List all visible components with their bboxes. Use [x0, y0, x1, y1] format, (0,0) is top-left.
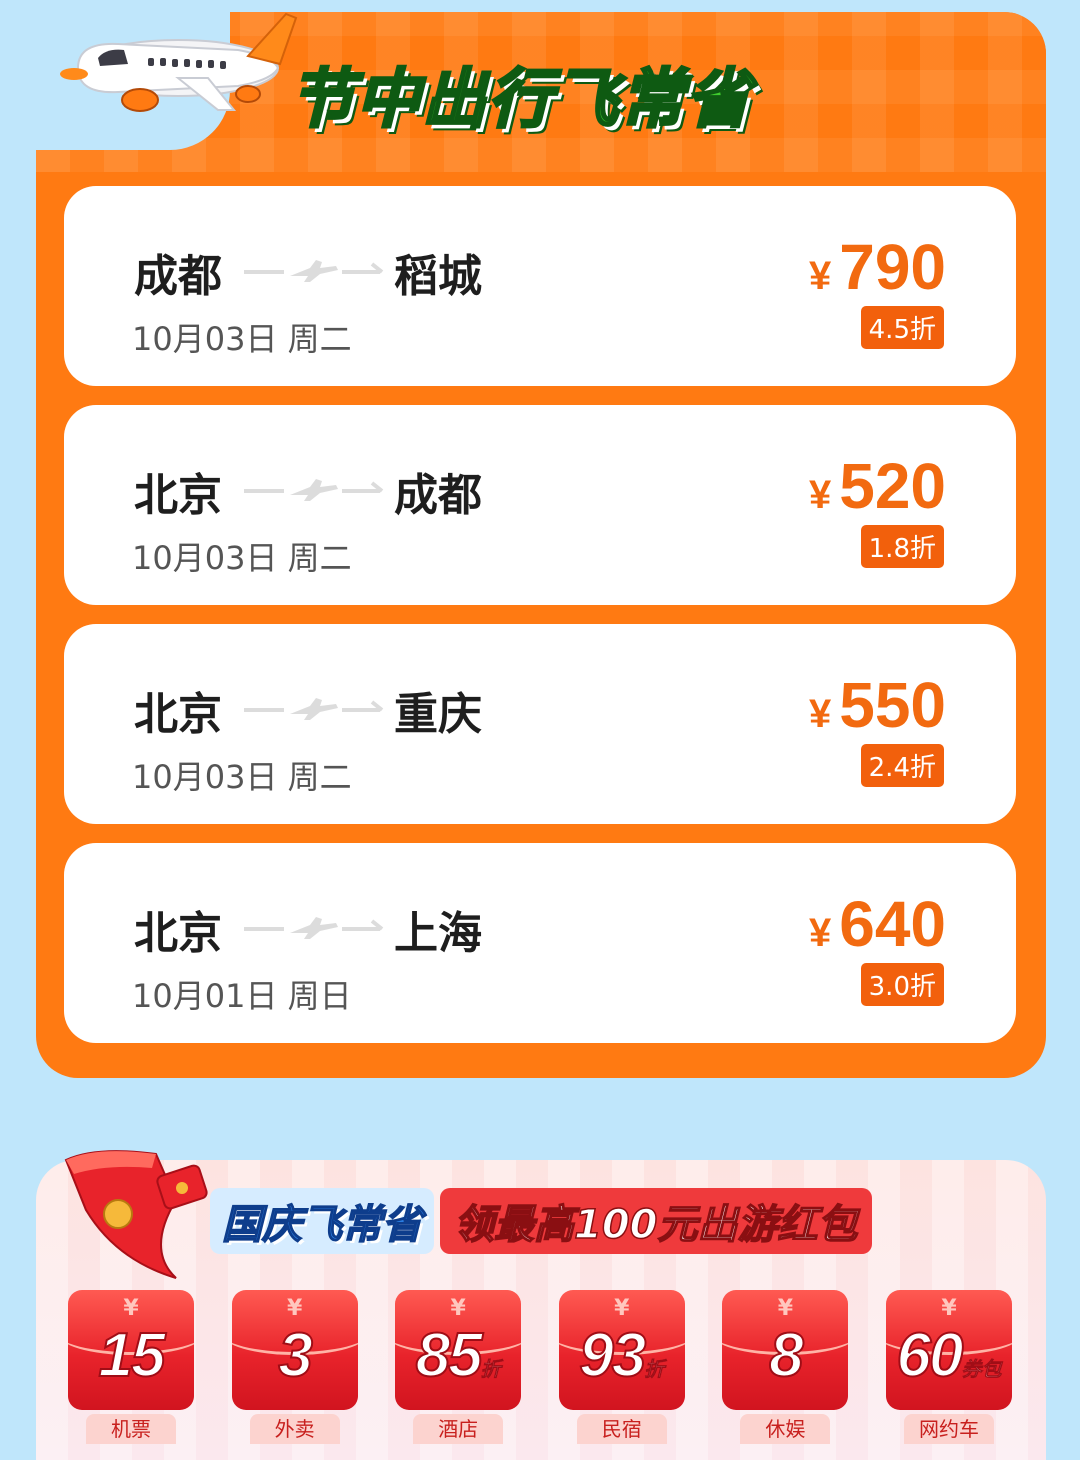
flight-card[interactable]: 北京 上海 10月01日 周日 ¥ 640 3.0折	[64, 843, 1016, 1043]
discount-badge: 3.0折	[860, 963, 944, 1006]
flight-date: 10月01日 周日	[132, 977, 352, 1015]
red-packet-value: 3	[232, 1320, 358, 1391]
discount-badge: 1.8折	[860, 525, 944, 568]
value-suffix: 折	[480, 1359, 501, 1382]
flight-card[interactable]: 北京 重庆 10月03日 周二 ¥ 550 2.4折	[64, 624, 1016, 824]
origin-city: 成都	[134, 251, 222, 302]
red-packet-body: ¥ 3	[231, 1290, 358, 1410]
value-number: 60	[895, 1320, 964, 1391]
red-packet-body: ¥ 60券包	[885, 1290, 1012, 1410]
flight-arrow-icon	[244, 479, 384, 501]
red-packet-list: ¥ 15 机票 ¥ 3 外卖 ¥ 85折 酒店 ¥ 93折 民宿 ¥ 8 休娱 …	[68, 1290, 1012, 1444]
currency-symbol: ¥	[808, 692, 832, 736]
price-value: 790	[839, 231, 946, 303]
red-packet-leisure[interactable]: ¥ 8 休娱	[722, 1290, 849, 1444]
red-packet-value: 85折	[395, 1320, 521, 1391]
value-suffix: 折	[644, 1359, 665, 1382]
red-packet-ride-hailing[interactable]: ¥ 60券包 网约车	[885, 1290, 1012, 1444]
currency-symbol: ¥	[808, 473, 832, 517]
red-packet-body: ¥ 15	[68, 1290, 194, 1410]
currency-symbol: ¥	[123, 1296, 139, 1321]
red-packet-value: 8	[722, 1320, 848, 1391]
red-packet-ticket[interactable]: ¥ 15 机票	[68, 1290, 194, 1444]
promo-title-main: 国庆飞常省	[210, 1188, 434, 1254]
value-number: 15	[98, 1320, 167, 1391]
airplane-icon	[60, 12, 298, 112]
flight-date: 10月03日 周二	[132, 539, 352, 577]
route: 北京 上海	[134, 901, 494, 959]
value-suffix: 券包	[961, 1359, 1002, 1382]
price-value: 550	[839, 669, 946, 741]
panel-title: 节中出行飞常省	[289, 62, 752, 139]
currency-symbol: ¥	[450, 1296, 466, 1321]
flight-arrow-icon	[244, 698, 384, 720]
origin-city: 北京	[134, 689, 222, 740]
destination-city: 重庆	[394, 689, 482, 740]
flight-deals-panel: 节中出行飞常省 成都 稻城 10月03日 周二 ¥ 790 4.5折 北京 成都…	[0, 0, 1046, 1078]
value-number: 8	[768, 1320, 805, 1391]
red-packet-takeout[interactable]: ¥ 3 外卖	[231, 1290, 358, 1444]
red-envelope-icon	[64, 1150, 208, 1279]
red-packet-body: ¥ 85折	[395, 1290, 522, 1410]
value-number: 3	[277, 1320, 314, 1391]
promo-title-sub: 领最高100元出游红包	[440, 1188, 872, 1254]
flight-card[interactable]: 成都 稻城 10月03日 周二 ¥ 790 4.5折	[64, 186, 1016, 386]
value-number: 85	[415, 1320, 484, 1391]
flight-date: 10月03日 周二	[132, 758, 352, 796]
red-packet-body: ¥ 8	[722, 1290, 849, 1410]
route: 成都 稻城	[134, 244, 494, 302]
price: ¥ 550	[809, 668, 946, 742]
destination-city: 稻城	[394, 251, 482, 302]
price: ¥ 520	[809, 449, 946, 523]
red-packet-value: 93折	[559, 1320, 685, 1391]
currency-symbol: ¥	[286, 1296, 303, 1321]
promo-title: 国庆飞常省 领最高100元出游红包	[210, 1188, 872, 1254]
flight-arrow-icon	[244, 260, 384, 282]
red-packet-value: 15	[68, 1320, 194, 1391]
origin-city: 北京	[134, 908, 222, 959]
destination-city: 成都	[394, 470, 482, 521]
price: ¥ 790	[809, 230, 946, 304]
destination-city: 上海	[394, 908, 482, 959]
price: ¥ 640	[809, 887, 946, 961]
currency-symbol: ¥	[808, 911, 832, 955]
currency-symbol: ¥	[941, 1296, 957, 1321]
price-value: 520	[839, 450, 946, 522]
discount-badge: 2.4折	[860, 744, 944, 787]
red-packet-homestay[interactable]: ¥ 93折 民宿	[558, 1290, 685, 1444]
flight-date: 10月03日 周二	[132, 320, 352, 358]
route: 北京 重庆	[134, 682, 494, 740]
origin-city: 北京	[134, 470, 222, 521]
red-packet-body: ¥ 93折	[558, 1290, 685, 1410]
route: 北京 成都	[134, 463, 494, 521]
flight-card[interactable]: 北京 成都 10月03日 周二 ¥ 520 1.8折	[64, 405, 1016, 605]
flight-arrow-icon	[244, 917, 384, 939]
currency-symbol: ¥	[808, 254, 832, 298]
currency-symbol: ¥	[614, 1296, 630, 1321]
red-packet-hotel[interactable]: ¥ 85折 酒店	[395, 1290, 522, 1444]
value-number: 93	[578, 1320, 647, 1391]
discount-badge: 4.5折	[860, 306, 944, 349]
currency-symbol: ¥	[777, 1296, 794, 1321]
red-packet-value: 60券包	[886, 1320, 1012, 1391]
price-value: 640	[839, 888, 946, 960]
